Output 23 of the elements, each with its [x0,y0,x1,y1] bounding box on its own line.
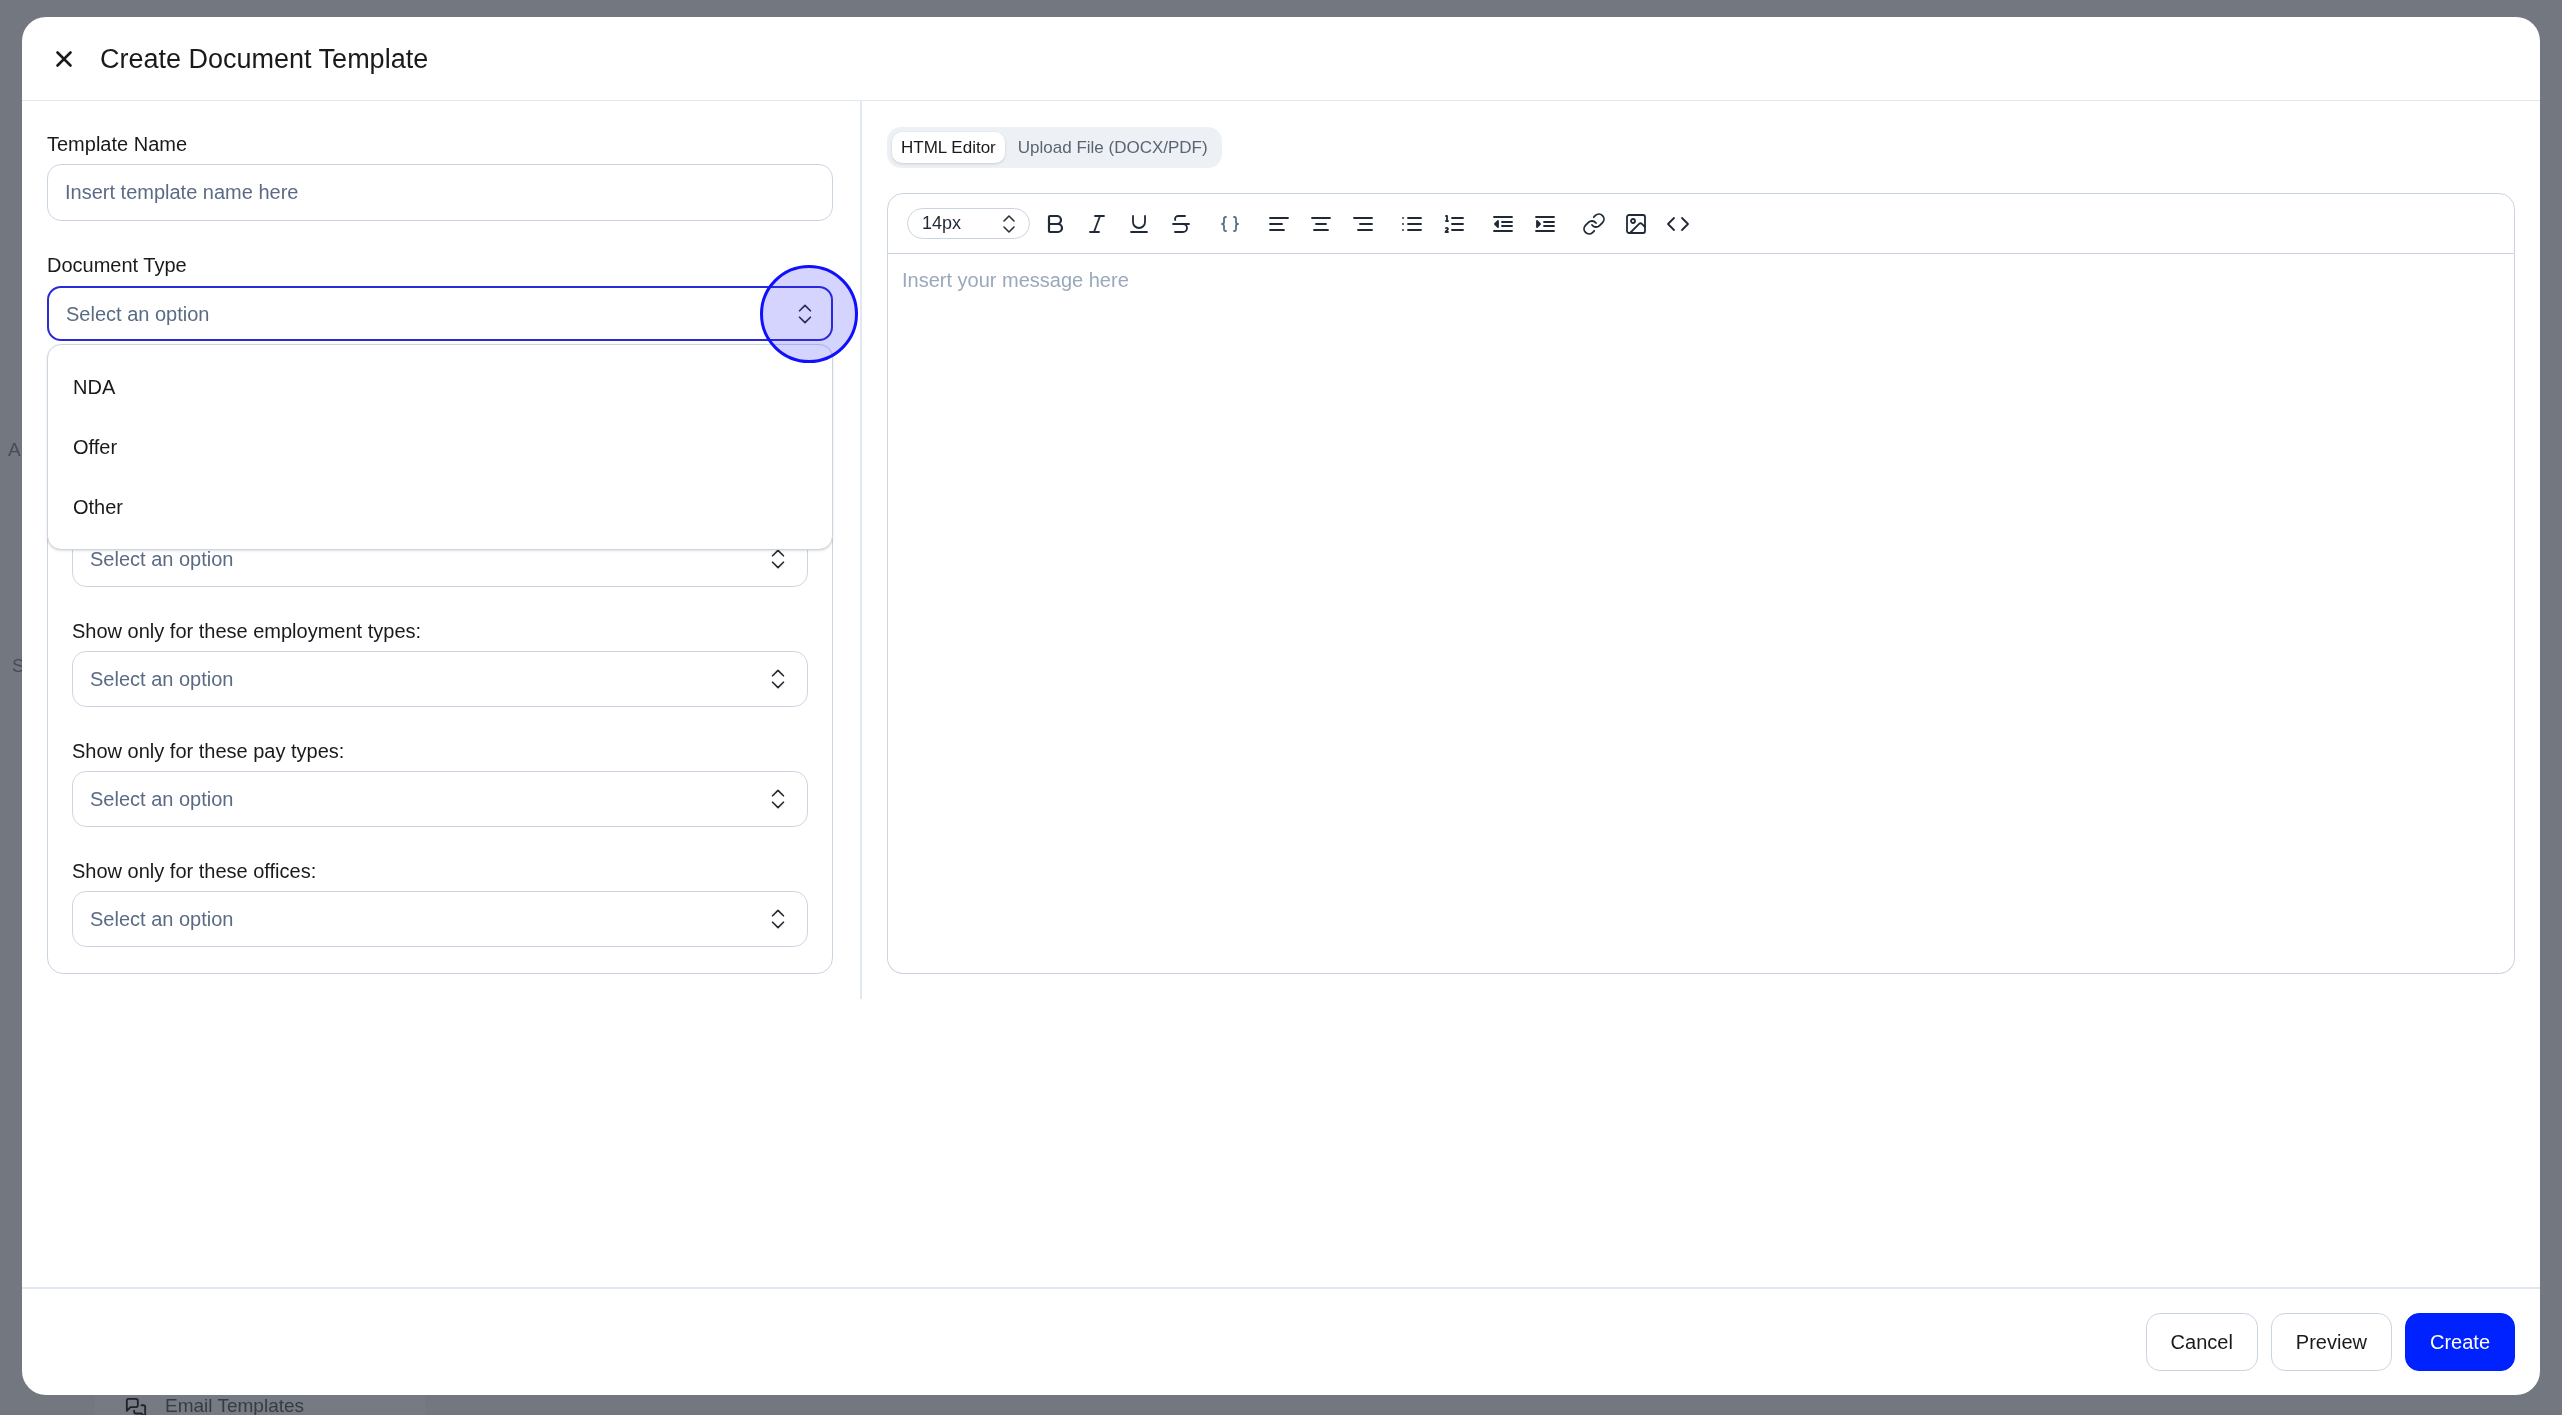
field-label: Show only for these pay types: [72,739,346,763]
tab[interactable]: Upload File (DOCX/PDF) [1008,132,1217,163]
dialog-title: Create Document Template [100,42,429,75]
field-label: Show only for these offices: [72,859,318,883]
dropdown-option[interactable]: NDA [48,357,832,417]
select-field[interactable]: Select an option [47,286,833,341]
dropdown-option[interactable]: Offer [48,417,832,477]
message-field[interactable]: Insert your message here [887,254,2515,974]
select-field[interactable]: Select an option [72,891,808,947]
select-field[interactable]: Select an option [72,651,808,707]
link-icon[interactable] [1582,211,1606,236]
field-label: Document Type [47,253,188,277]
select-field[interactable]: Select an option [72,771,808,827]
chat-bubbles-icon [125,1397,147,1415]
field-label: Show only for these employment types: [72,619,423,643]
secondary-button[interactable]: Preview [2270,1313,2392,1371]
image-icon[interactable] [1624,211,1648,236]
primary-button[interactable]: Create [2404,1313,2515,1371]
field-label: Template Name [47,132,189,156]
input-field[interactable]: Insert template name here [47,164,833,221]
secondary-button[interactable]: Cancel [2145,1313,2258,1371]
dropdown-option[interactable]: Other [48,477,832,537]
tab[interactable]: HTML Editor [892,132,1005,163]
